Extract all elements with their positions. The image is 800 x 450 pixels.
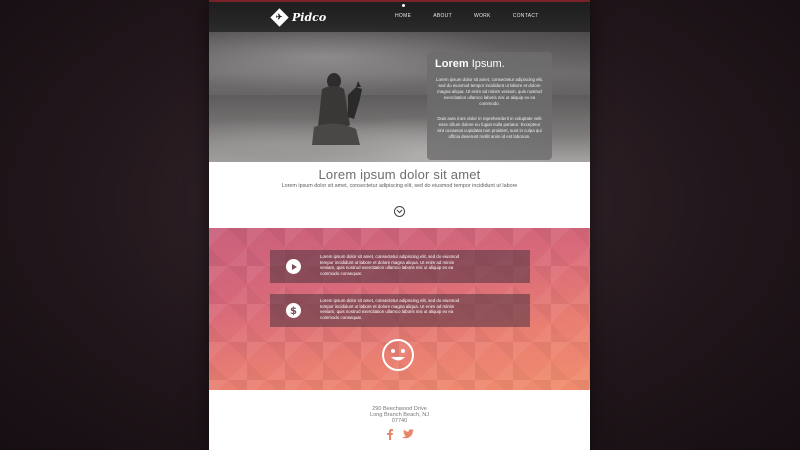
feature-text-2: Lorem ipsum dolor sit amet, consectetur … <box>320 298 460 321</box>
main-nav: HOME ABOUT WORK CONTACT <box>395 4 561 19</box>
twitter-link[interactable] <box>401 427 415 441</box>
top-navigation-bar: ✈ Pidco HOME ABOUT WORK CONTACT <box>209 0 590 32</box>
hero-person-with-dog-image <box>312 73 362 145</box>
hero-section: ✈ Pidco HOME ABOUT WORK CONTACT Lorem Ip… <box>209 0 590 162</box>
dollar-icon[interactable]: $ <box>286 303 301 318</box>
footer: 290 Beechwood Drive Long Branch Beach, N… <box>209 390 590 450</box>
nav-about[interactable]: ABOUT <box>433 13 452 19</box>
features-section: Lorem ipsum dolor sit amet, consectetur … <box>209 228 590 390</box>
feature-box-1: Lorem ipsum dolor sit amet, consectetur … <box>270 250 530 283</box>
play-icon[interactable] <box>286 259 301 274</box>
intro-subheading: Lorem ipsum dolor sit amet, consectetur … <box>281 183 518 189</box>
logo-diamond-icon: ✈ <box>270 7 289 27</box>
chevron-down-icon <box>396 209 403 214</box>
nav-home[interactable]: HOME <box>395 4 411 19</box>
card-title: Lorem Ipsum. <box>435 58 505 70</box>
nav-work[interactable]: WORK <box>474 13 491 19</box>
address-line-3: 07740 <box>391 418 408 424</box>
card-paragraph-1: Lorem ipsum dolor sit amet, consectetur … <box>436 77 543 106</box>
logo[interactable]: ✈ Pidco <box>270 7 327 27</box>
scroll-down-button[interactable] <box>394 206 405 217</box>
feature-text-1: Lorem ipsum dolor sit amet, consectetur … <box>320 254 460 277</box>
webpage-mockup: ✈ Pidco HOME ABOUT WORK CONTACT Lorem Ip… <box>209 0 590 450</box>
smiley-face-icon[interactable] <box>381 338 415 372</box>
card-paragraph-2: Duis aute irure dolor in reprehenderit i… <box>437 116 542 139</box>
logo-text: Pidco <box>292 10 327 24</box>
intro-section: Lorem ipsum dolor sit amet Lorem ipsum d… <box>209 162 590 228</box>
hero-info-card: Lorem Ipsum. Lorem ipsum dolor sit amet,… <box>427 52 552 160</box>
card-title-bold: Lorem <box>435 58 469 70</box>
facebook-link[interactable] <box>383 427 397 441</box>
nav-contact[interactable]: CONTACT <box>513 13 539 19</box>
svg-text:$: $ <box>290 306 297 316</box>
feature-box-2: $ Lorem ipsum dolor sit amet, consectetu… <box>270 294 530 327</box>
twitter-icon <box>402 429 414 439</box>
facebook-icon <box>387 428 393 440</box>
card-title-rest: Ipsum. <box>471 58 505 70</box>
intro-heading: Lorem ipsum dolor sit amet <box>318 167 481 182</box>
